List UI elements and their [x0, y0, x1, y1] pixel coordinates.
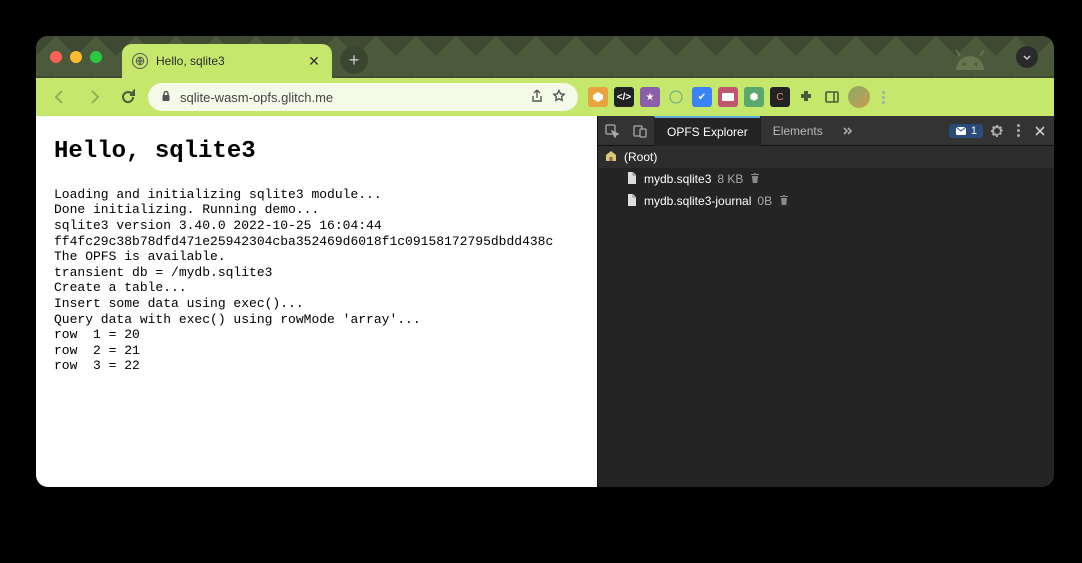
close-window-button[interactable]: [50, 51, 62, 63]
android-icon: [946, 42, 994, 77]
globe-icon: [132, 53, 148, 69]
page-content: Hello, sqlite3 Loading and initializing …: [36, 116, 597, 487]
log-line: Create a table...: [54, 280, 579, 296]
tree-file-row[interactable]: mydb.sqlite3-journal 0B: [598, 190, 1054, 212]
log-line: row 1 = 20: [54, 327, 579, 343]
chevron-down-icon[interactable]: [1016, 46, 1038, 68]
log-line: The OPFS is available.: [54, 249, 579, 265]
file-name: mydb.sqlite3-journal: [644, 194, 751, 208]
minimize-window-button[interactable]: [70, 51, 82, 63]
more-tabs-icon[interactable]: [835, 116, 863, 146]
extension-icon[interactable]: [718, 87, 738, 107]
gear-icon[interactable]: [983, 116, 1011, 146]
forward-button[interactable]: [80, 83, 108, 111]
window-controls: [50, 36, 122, 78]
log-line: ff4fc29c38b78dfd471e25942304cba352469d60…: [54, 234, 579, 250]
browser-window: Hello, sqlite3 ✕ + sqlite-wasm-opfs.glit…: [36, 36, 1054, 487]
devtools-tabbar: OPFS Explorer Elements 1: [598, 116, 1054, 146]
log-line: row 2 = 21: [54, 343, 579, 359]
console-issues-badge[interactable]: 1: [949, 124, 983, 138]
tree-root-label: (Root): [624, 150, 657, 164]
file-icon: [626, 193, 638, 210]
bookmark-star-icon[interactable]: [552, 89, 566, 106]
file-name: mydb.sqlite3: [644, 172, 711, 186]
file-size: 0B: [757, 194, 772, 208]
content-row: Hello, sqlite3 Loading and initializing …: [36, 116, 1054, 487]
devtools-menu-button[interactable]: [1011, 124, 1026, 137]
log-line: transient db = /mydb.sqlite3: [54, 265, 579, 281]
file-icon: [626, 171, 638, 188]
close-devtools-button[interactable]: [1026, 116, 1054, 146]
opfs-tree: (Root) mydb.sqlite3 8 KBmydb.sqlite3-jou…: [598, 146, 1054, 487]
tab-strip: Hello, sqlite3 ✕ +: [36, 36, 1054, 78]
url-text: sqlite-wasm-opfs.glitch.me: [180, 90, 522, 105]
delete-file-button[interactable]: [778, 194, 790, 209]
home-folder-icon: [604, 149, 618, 166]
extension-icon[interactable]: C: [770, 87, 790, 107]
lock-icon: [160, 90, 172, 105]
new-tab-button[interactable]: +: [340, 46, 368, 74]
log-line: sqlite3 version 3.40.0 2022-10-25 16:04:…: [54, 218, 579, 234]
devtools-panel: OPFS Explorer Elements 1: [597, 116, 1054, 487]
reload-button[interactable]: [114, 83, 142, 111]
log-line: Query data with exec() using rowMode 'ar…: [54, 312, 579, 328]
profile-avatar[interactable]: [848, 86, 870, 108]
browser-menu-button[interactable]: [876, 91, 891, 104]
log-line: Insert some data using exec()...: [54, 296, 579, 312]
share-icon[interactable]: [530, 89, 544, 106]
page-heading: Hello, sqlite3: [54, 138, 579, 167]
tab-opfs-explorer[interactable]: OPFS Explorer: [654, 116, 760, 146]
extension-icon[interactable]: [588, 87, 608, 107]
device-toggle-icon[interactable]: [626, 116, 654, 146]
inspect-element-icon[interactable]: [598, 116, 626, 146]
delete-file-button[interactable]: [749, 172, 761, 187]
extension-icon[interactable]: ⬢: [744, 87, 764, 107]
tree-root[interactable]: (Root): [598, 146, 1054, 168]
browser-tab[interactable]: Hello, sqlite3 ✕: [122, 44, 332, 78]
extension-icon[interactable]: </>: [614, 87, 634, 107]
log-line: Loading and initializing sqlite3 module.…: [54, 187, 579, 203]
extension-icon[interactable]: [666, 87, 686, 107]
address-bar[interactable]: sqlite-wasm-opfs.glitch.me: [148, 83, 578, 111]
extension-icon[interactable]: ★: [640, 87, 660, 107]
log-output: Loading and initializing sqlite3 module.…: [54, 187, 579, 374]
tree-file-row[interactable]: mydb.sqlite3 8 KB: [598, 168, 1054, 190]
log-line: Done initializing. Running demo...: [54, 202, 579, 218]
extensions-puzzle-icon[interactable]: [796, 87, 816, 107]
file-size: 8 KB: [717, 172, 743, 186]
log-line: row 3 = 22: [54, 358, 579, 374]
tab-elements[interactable]: Elements: [760, 116, 835, 146]
extension-icon[interactable]: ✔: [692, 87, 712, 107]
console-count: 1: [971, 125, 977, 137]
side-panel-icon[interactable]: [822, 87, 842, 107]
maximize-window-button[interactable]: [90, 51, 102, 63]
tab-title: Hello, sqlite3: [156, 54, 298, 68]
extension-row: </> ★ ✔ ⬢ C: [588, 86, 891, 108]
close-tab-button[interactable]: ✕: [306, 53, 322, 69]
toolbar: sqlite-wasm-opfs.glitch.me </> ★ ✔ ⬢ C: [36, 78, 1054, 116]
back-button[interactable]: [46, 83, 74, 111]
